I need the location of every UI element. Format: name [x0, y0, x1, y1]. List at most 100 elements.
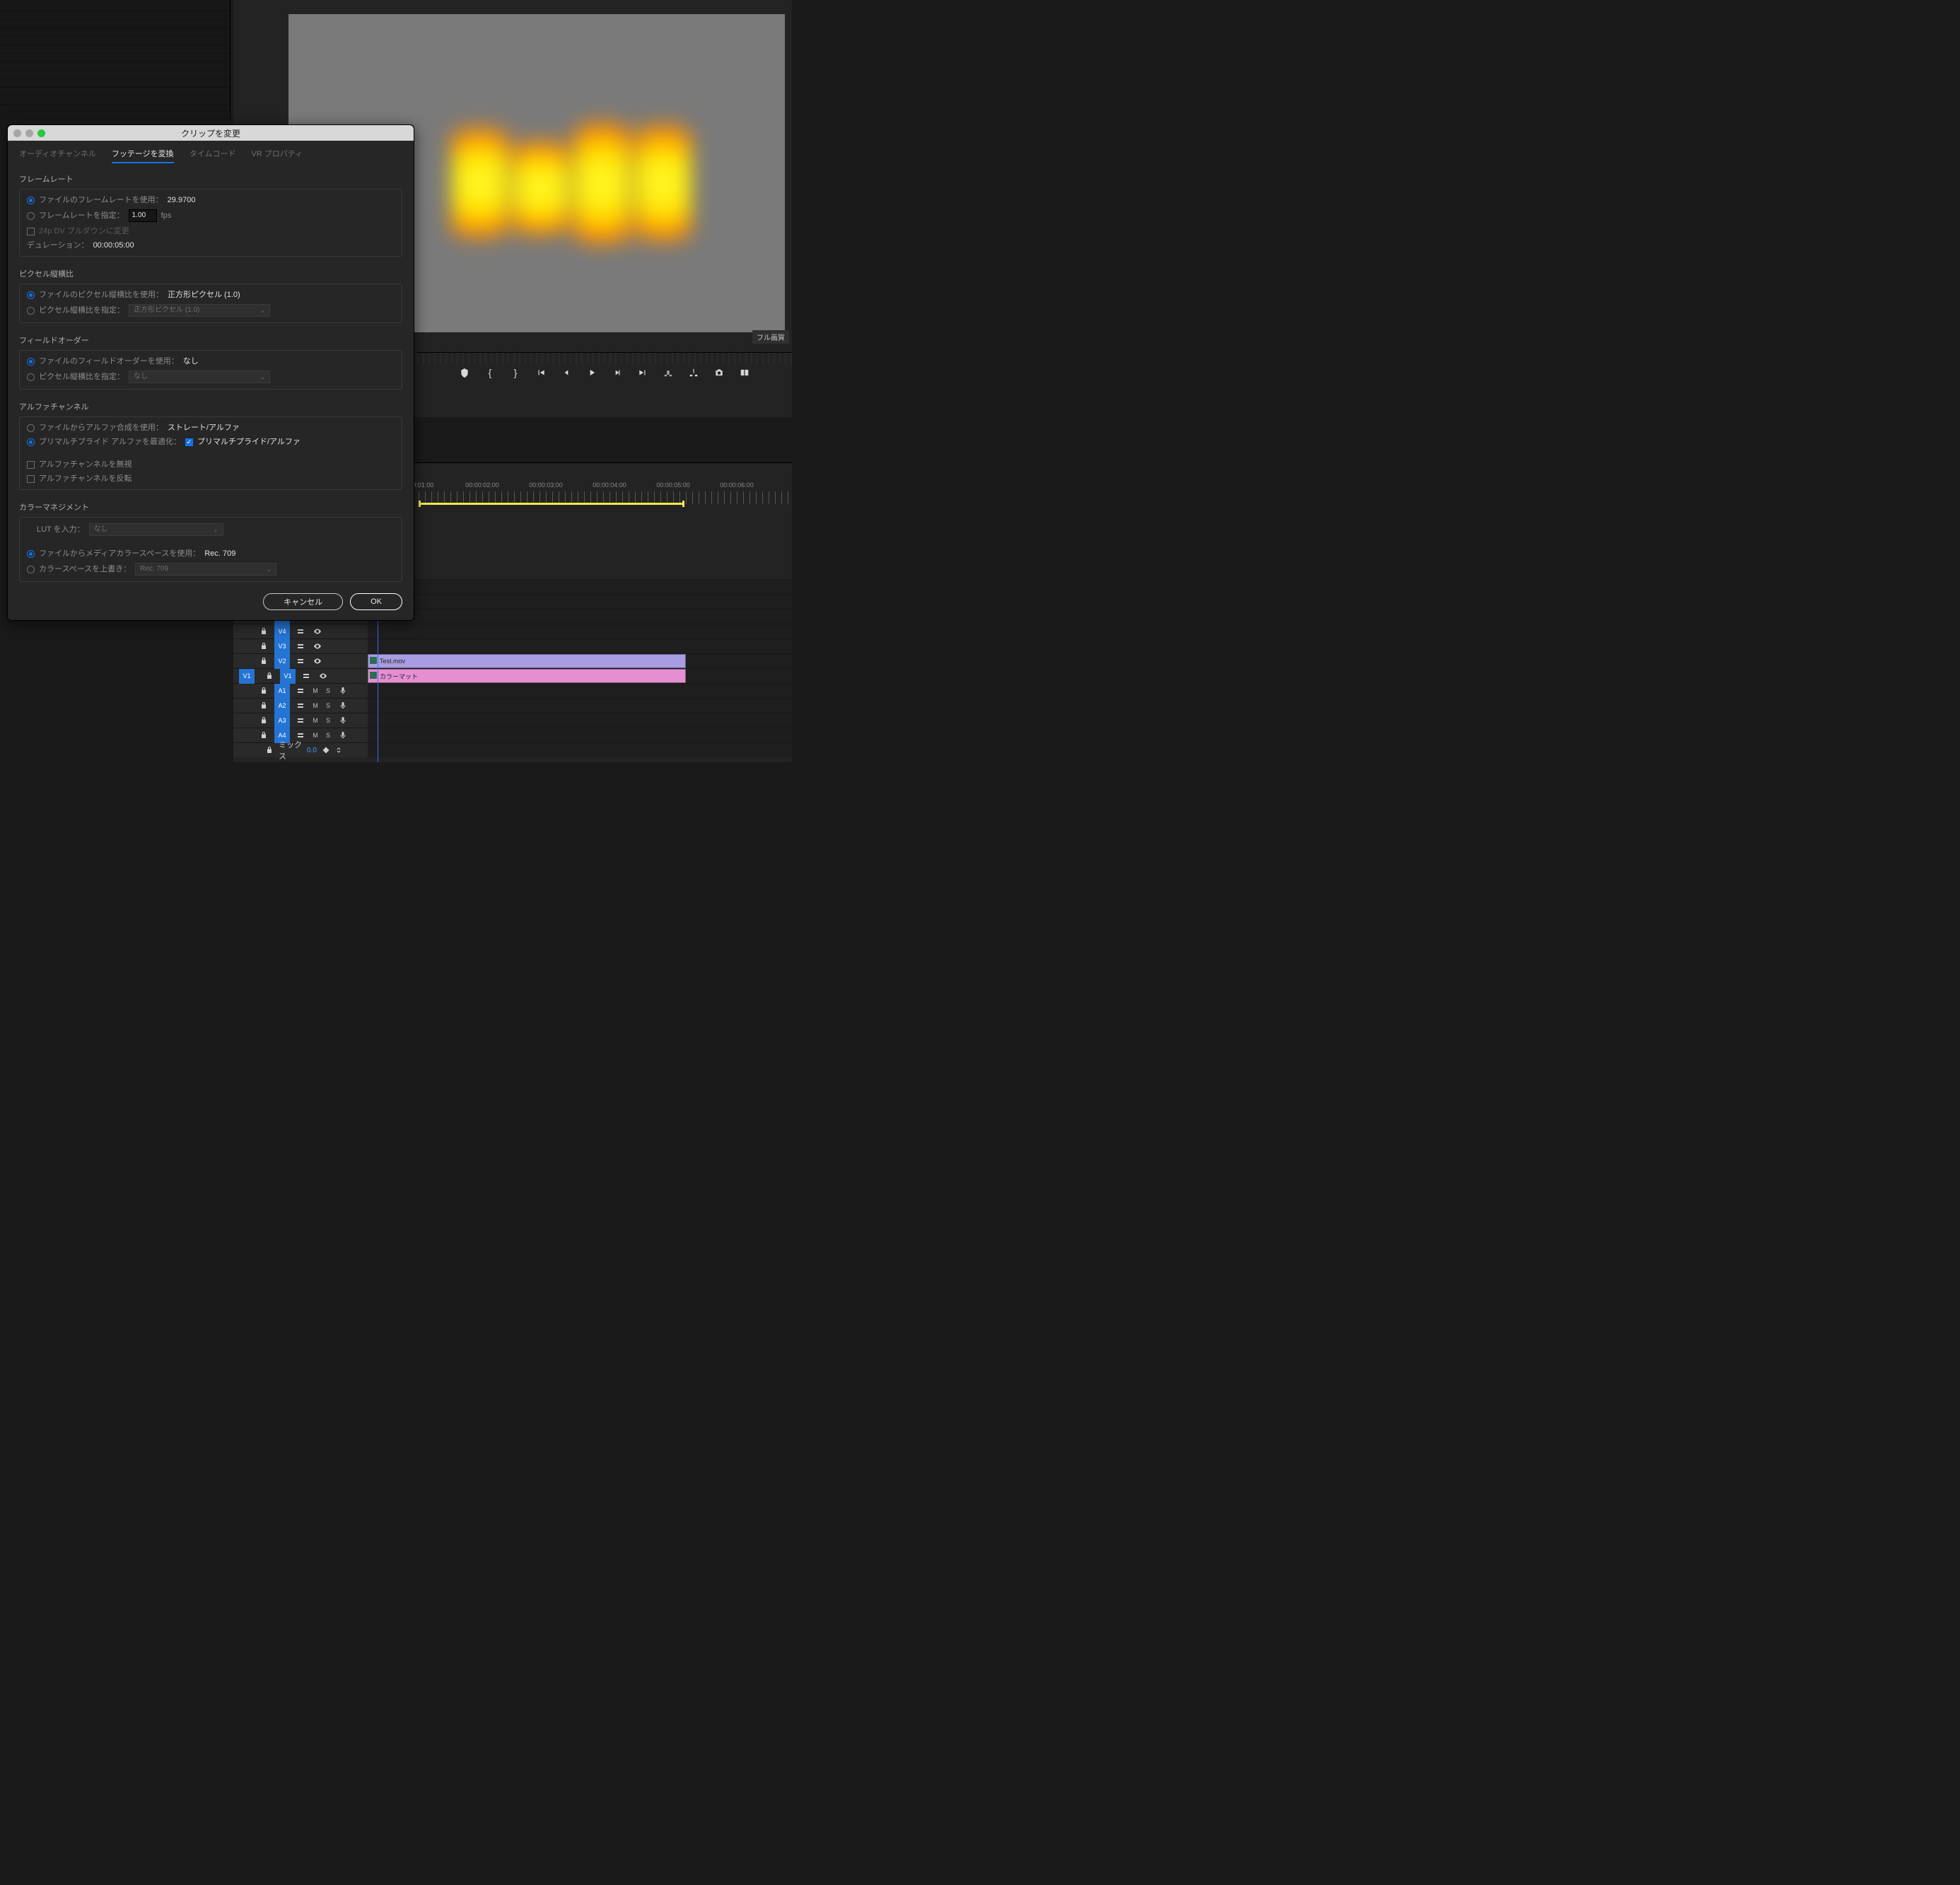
voice-over-icon[interactable]: [337, 684, 349, 697]
track-target[interactable]: V2: [274, 654, 290, 669]
in-bracket-icon[interactable]: {: [484, 367, 496, 378]
track-target[interactable]: V4: [274, 624, 290, 639]
export-frame-icon[interactable]: [713, 367, 725, 378]
monitor-time-ruler[interactable]: [417, 352, 792, 365]
use-file-field-radio[interactable]: [27, 358, 35, 366]
use-file-colorspace-radio[interactable]: [27, 550, 35, 558]
solo-button[interactable]: S: [324, 687, 332, 694]
step-back-icon[interactable]: [561, 367, 572, 378]
voice-over-icon[interactable]: [337, 699, 349, 712]
ignore-alpha-checkbox[interactable]: [27, 461, 35, 469]
colorspace-select[interactable]: Rec. 709⌄: [135, 563, 276, 576]
solo-button[interactable]: S: [324, 702, 332, 709]
track-lane[interactable]: [368, 743, 792, 757]
optimize-premult-radio[interactable]: [27, 438, 35, 446]
eye-icon[interactable]: [311, 640, 324, 653]
override-colorspace-radio[interactable]: [27, 566, 35, 573]
step-forward-icon[interactable]: [612, 367, 623, 378]
track-lane[interactable]: [368, 684, 792, 698]
lift-icon[interactable]: [663, 367, 674, 378]
eye-icon[interactable]: [317, 670, 329, 682]
sync-lock-icon[interactable]: [294, 714, 307, 727]
playback-quality[interactable]: フル画質: [752, 330, 789, 344]
play-icon[interactable]: [586, 367, 597, 378]
tab-timecode[interactable]: タイムコード: [189, 148, 236, 163]
track-lane[interactable]: [368, 595, 792, 609]
lock-icon[interactable]: [257, 699, 270, 712]
track-lane[interactable]: カラーマット: [368, 669, 792, 683]
track-target[interactable]: A1: [274, 684, 290, 699]
clip-color-matte[interactable]: カラーマット: [368, 669, 686, 683]
lock-icon[interactable]: [257, 655, 270, 667]
mute-button[interactable]: M: [311, 702, 320, 709]
track-lane[interactable]: [368, 728, 792, 742]
field-order-select[interactable]: なし⌄: [129, 370, 270, 383]
solo-button[interactable]: S: [324, 717, 332, 724]
specify-field-radio[interactable]: [27, 373, 35, 381]
premult-checkbox[interactable]: [185, 438, 193, 446]
lock-icon[interactable]: [264, 744, 274, 757]
solo-button[interactable]: S: [324, 732, 332, 739]
mute-button[interactable]: M: [311, 687, 320, 694]
lock-icon[interactable]: [257, 640, 270, 653]
mute-button[interactable]: M: [311, 717, 320, 724]
go-to-out-icon[interactable]: [637, 367, 648, 378]
cancel-button[interactable]: キャンセル: [263, 593, 343, 610]
track-lane[interactable]: [368, 639, 792, 653]
use-file-par-radio[interactable]: [27, 291, 35, 299]
lock-icon[interactable]: [257, 684, 270, 697]
voice-over-icon[interactable]: [337, 729, 349, 742]
use-file-alpha-radio[interactable]: [27, 424, 35, 432]
sync-lock-icon[interactable]: [300, 670, 313, 682]
lock-icon[interactable]: [257, 729, 270, 742]
out-bracket-icon[interactable]: }: [510, 367, 521, 378]
track-target[interactable]: A3: [274, 713, 290, 728]
track-lane[interactable]: [368, 713, 792, 728]
go-to-in-icon[interactable]: [535, 367, 547, 378]
tab-vr-properties[interactable]: VR プロパティ: [251, 148, 303, 163]
pixel-aspect-section: ピクセル縦横比 ファイルのピクセル縦横比を使用： 正方形ピクセル (1.0) ピ…: [19, 268, 402, 323]
track-lane[interactable]: [368, 624, 792, 638]
sync-lock-icon[interactable]: [294, 640, 307, 653]
track-lane[interactable]: [368, 609, 792, 624]
marker-icon[interactable]: [459, 367, 470, 378]
tab-audio-channels[interactable]: オーディオチャンネル: [19, 148, 96, 163]
track-lane[interactable]: [368, 699, 792, 713]
invert-alpha-checkbox[interactable]: [27, 475, 35, 483]
expand-icon[interactable]: [335, 744, 345, 757]
comparison-view-icon[interactable]: [739, 367, 750, 378]
mute-button[interactable]: M: [311, 732, 320, 739]
tab-interpret-footage[interactable]: フッテージを変換: [112, 148, 174, 163]
track-lane[interactable]: Test.mov: [368, 654, 792, 668]
keyframe-icon[interactable]: [321, 744, 331, 757]
track-target[interactable]: V1: [280, 669, 296, 684]
extract-icon[interactable]: [688, 367, 699, 378]
eye-icon[interactable]: [311, 625, 324, 638]
clip-video[interactable]: Test.mov: [368, 654, 686, 668]
track-target[interactable]: V3: [274, 639, 290, 654]
track-lane[interactable]: [368, 580, 792, 594]
sync-lock-icon[interactable]: [294, 625, 307, 638]
specify-framerate-radio[interactable]: [27, 212, 35, 220]
sync-lock-icon[interactable]: [294, 699, 307, 712]
ok-button[interactable]: OK: [350, 593, 402, 610]
dialog-titlebar[interactable]: クリップを変更: [8, 125, 414, 141]
dialog-tabs: オーディオチャンネル フッテージを変換 タイムコード VR プロパティ: [19, 148, 402, 163]
framerate-input[interactable]: 1.00: [129, 209, 157, 222]
use-file-framerate-radio[interactable]: [27, 197, 35, 204]
time-ruler[interactable]: 0:00:01:0000:00:02:0000:00:03:0000:00:04…: [368, 479, 792, 507]
specify-par-radio[interactable]: [27, 307, 35, 315]
lock-icon[interactable]: [257, 714, 270, 727]
voice-over-icon[interactable]: [337, 714, 349, 727]
par-select[interactable]: 正方形ピクセル (1.0)⌄: [129, 304, 270, 317]
lock-icon[interactable]: [257, 625, 270, 638]
eye-icon[interactable]: [311, 655, 324, 667]
sync-lock-icon[interactable]: [294, 684, 307, 697]
lut-select[interactable]: なし⌄: [89, 523, 223, 536]
track-target[interactable]: A2: [274, 699, 290, 713]
mix-value[interactable]: 0.0: [307, 747, 317, 754]
source-patch[interactable]: V1: [239, 669, 255, 684]
work-area-bar[interactable]: [419, 503, 684, 505]
sync-lock-icon[interactable]: [294, 655, 307, 667]
lock-icon[interactable]: [263, 670, 276, 682]
